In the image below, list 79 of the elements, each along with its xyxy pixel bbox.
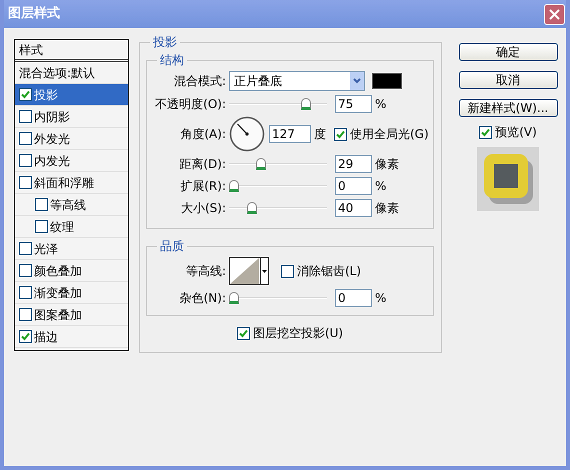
slider-thumb[interactable]	[301, 98, 311, 110]
style-list-item[interactable]: 颜色叠加	[15, 260, 128, 282]
contour-picker[interactable]	[229, 257, 269, 285]
checkbox-label: 使用全局光(G)	[350, 126, 429, 143]
dialog-button[interactable]: 新建样式(W)...	[458, 99, 558, 117]
slider-track[interactable]	[229, 97, 327, 111]
unit-label: %	[375, 96, 386, 113]
slider-track[interactable]	[229, 157, 327, 171]
list-header: 样式	[19, 42, 43, 58]
slider-track[interactable]	[229, 291, 327, 305]
field-label: 杂色(N):	[178, 290, 227, 307]
close-icon	[549, 8, 560, 20]
style-list-item[interactable]: 内阴影	[15, 106, 128, 128]
caret-icon	[262, 270, 267, 272]
checkbox[interactable]	[19, 88, 32, 101]
slider-track[interactable]	[229, 201, 327, 215]
dialog-button[interactable]: 确定	[458, 43, 558, 61]
checkbox[interactable]	[236, 326, 250, 340]
slider-thumb[interactable]	[229, 292, 239, 304]
number-field[interactable]: 0	[335, 177, 372, 195]
checkbox-label: 图层挖空投影(U)	[252, 325, 344, 342]
close-button[interactable]	[544, 4, 565, 24]
contour-curve-icon	[230, 258, 260, 284]
field-label: 扩展(R):	[179, 178, 227, 195]
checkbox[interactable]	[19, 308, 32, 321]
style-list-item[interactable]: 投影	[15, 84, 128, 106]
checkbox[interactable]	[19, 330, 32, 343]
checkbox[interactable]	[19, 132, 32, 145]
unit-label: %	[375, 290, 386, 307]
blend-mode-dropdown[interactable]: 正片叠底	[229, 71, 365, 91]
field-label: 等高线:	[184, 263, 227, 280]
style-list-item[interactable]: 渐变叠加	[15, 282, 128, 304]
number-field[interactable]: 29	[335, 155, 372, 173]
checkbox[interactable]	[19, 110, 32, 123]
checkbox[interactable]	[19, 286, 32, 299]
unit-label: 像素	[375, 200, 399, 217]
checkbox[interactable]	[35, 198, 48, 211]
angle-dial[interactable]	[229, 116, 265, 152]
field-label: 混合模式:	[172, 73, 227, 90]
style-list-item[interactable]: 光泽	[15, 238, 128, 260]
style-list-item[interactable]: 纹理	[15, 216, 128, 238]
group-title: 结构	[159, 52, 185, 69]
style-list-item[interactable]: 图案叠加	[15, 304, 128, 326]
unit-label: %	[375, 178, 386, 195]
slider-thumb[interactable]	[247, 202, 258, 214]
field-label: 大小(S):	[180, 200, 227, 217]
checkbox-label: 消除锯齿(L)	[297, 263, 362, 280]
field-label: 距离(D):	[178, 156, 227, 173]
color-swatch[interactable]	[372, 73, 402, 89]
checkbox[interactable]	[19, 176, 32, 189]
style-list-item[interactable]: 等高线	[15, 194, 128, 216]
checkbox[interactable]	[19, 242, 32, 255]
slider-track[interactable]	[229, 179, 327, 193]
checkbox[interactable]	[479, 126, 492, 138]
number-field[interactable]: 40	[335, 199, 372, 217]
style-list-item[interactable]: 内发光	[15, 150, 128, 172]
checkbox[interactable]	[19, 154, 32, 167]
number-field[interactable]: 75	[335, 95, 372, 113]
checkbox[interactable]	[334, 128, 347, 140]
checkbox[interactable]	[281, 264, 294, 278]
group-title: 品质	[159, 238, 185, 255]
checkbox[interactable]	[19, 264, 32, 277]
window-title: 图层样式	[8, 5, 60, 24]
unit-label: 度	[314, 126, 326, 143]
preview-square-drawing	[483, 153, 533, 205]
style-list-item[interactable]: 斜面和浮雕	[15, 172, 128, 194]
style-list-item[interactable]: 描边	[15, 326, 128, 348]
style-list-item[interactable]: 外发光	[15, 128, 128, 150]
group-title: 投影	[152, 34, 178, 51]
field-label: 不透明度(O):	[154, 96, 227, 113]
dialog-button[interactable]: 取消	[458, 71, 558, 89]
slider-thumb[interactable]	[229, 180, 239, 192]
slider-thumb[interactable]	[256, 158, 266, 170]
number-field[interactable]: 127	[269, 125, 311, 143]
unit-label: 像素	[375, 156, 399, 173]
field-label: 角度(A):	[179, 126, 227, 143]
number-field[interactable]: 0	[335, 289, 372, 307]
checkbox[interactable]	[35, 220, 48, 233]
checkbox-label: 预览(V)	[495, 124, 537, 141]
